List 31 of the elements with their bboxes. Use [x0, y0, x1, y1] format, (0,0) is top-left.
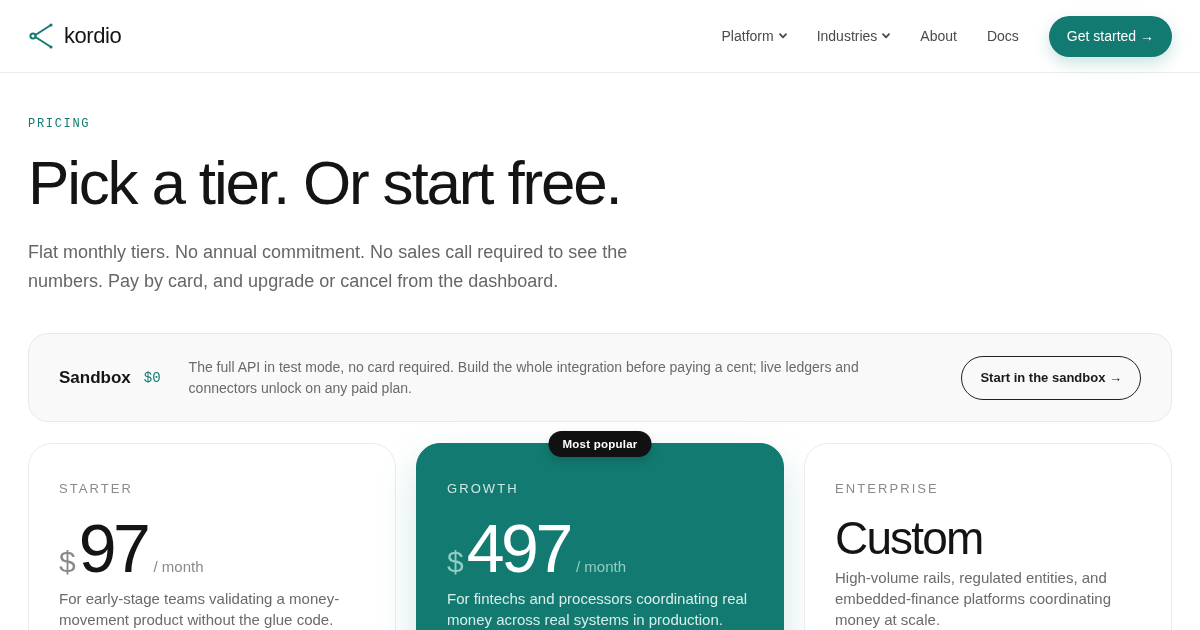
nav-link[interactable]: About	[920, 28, 957, 44]
plan-description: For early-stage teams validating a money-movement product without the glue code.	[59, 589, 341, 630]
sandbox-price: $0	[143, 369, 161, 386]
plan-name: STARTER	[59, 481, 135, 496]
get-started-button[interactable]: Get started →	[1048, 15, 1172, 57]
sandbox-name: Sandbox	[59, 367, 131, 388]
logo-icon	[29, 23, 54, 49]
nav-dropdown[interactable]: Platform	[721, 28, 787, 44]
price-period: / month	[153, 558, 204, 575]
plan-price: 97	[78, 512, 148, 584]
lead-paragraph: Flat monthly tiers. No annual commitment. No sales call required to see the numbers. Pay by card, and upgrade or cancel from the dashboard.	[28, 241, 629, 293]
plan-price: Custom	[835, 512, 984, 564]
brand-name: kordio	[64, 23, 122, 49]
currency-sign: $	[59, 545, 76, 579]
plan-description: For fintechs and processors coordinating real money across real systems in production.	[447, 589, 749, 630]
popular-badge: Most popular	[548, 431, 652, 457]
price-period: / month	[575, 558, 626, 575]
nav-label: Platform	[721, 28, 774, 44]
plan-name: GROWTH	[447, 481, 520, 496]
plan-name: ENTERPRISE	[835, 481, 940, 496]
nav-label: Industries	[816, 28, 878, 44]
section-eyebrow: PRICING	[28, 117, 92, 131]
sandbox-description: The full API in test mode, no card required. Build the whole integration before paying a cent; live ledgers and connectors unlock on any paid plan.	[188, 357, 860, 398]
chevron-down-icon	[882, 33, 891, 39]
currency-sign: $	[447, 545, 464, 579]
plan-description: High-volume rails, regulated entities, and embedded-finance platforms coordinating money at scale.	[835, 568, 1112, 630]
chevron-down-icon	[778, 33, 787, 39]
nav-link[interactable]: Docs	[986, 28, 1019, 44]
plan-price: 497	[466, 512, 570, 584]
nav-dropdown[interactable]: Industries	[816, 28, 891, 44]
page-title: Pick a tier. Or start free.	[28, 147, 622, 219]
